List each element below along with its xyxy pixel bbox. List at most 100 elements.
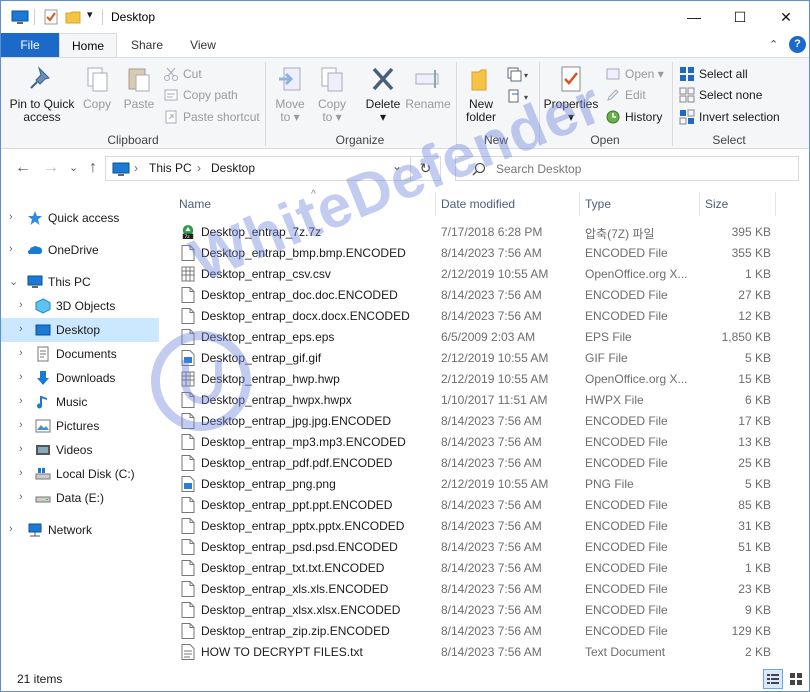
table-row[interactable]: Desktop_entrap_mp3.mp3.ENCODED 8/14/2023 … — [163, 432, 809, 453]
table-row[interactable]: Desktop_entrap_pptx.pptx.ENCODED 8/14/202… — [163, 516, 809, 537]
help-icon[interactable]: ? — [789, 36, 806, 53]
maximize-button[interactable]: ☐ — [717, 1, 763, 33]
large-icons-view-button[interactable] — [786, 669, 806, 689]
chevron-right-icon[interactable]: › — [19, 347, 23, 359]
copy-path-button[interactable]: Copy path — [163, 86, 238, 104]
copy-button[interactable]: Copy — [79, 64, 115, 111]
delete-button[interactable]: Delete ▾ — [361, 64, 405, 124]
details-view-button[interactable] — [763, 669, 783, 689]
nav-item-network[interactable]: › Network — [1, 518, 159, 542]
table-row[interactable]: Desktop_entrap_csv.csv 2/12/2019 10:55 AM… — [163, 264, 809, 285]
table-row[interactable]: Desktop_entrap_psd.psd.ENCODED 8/14/2023 … — [163, 537, 809, 558]
column-header-type[interactable]: Type — [579, 188, 699, 220]
refresh-button[interactable]: ↻ — [411, 156, 441, 181]
up-button[interactable]: ↑ — [89, 159, 97, 177]
pin-to-quick-access-button[interactable]: Pin to Quick access — [7, 64, 77, 124]
properties-button[interactable]: Properties ▾ — [543, 64, 599, 124]
tab-home[interactable]: Home — [59, 33, 117, 58]
table-row[interactable]: Desktop_entrap_hwpx.hwpx 1/10/2017 11:51 … — [163, 390, 809, 411]
move-to-button[interactable]: Move to ▾ — [271, 64, 309, 124]
minimize-button[interactable]: — — [671, 1, 717, 33]
breadcrumb-separator[interactable]: › — [134, 161, 138, 175]
new-folder-quick-icon[interactable] — [65, 9, 81, 25]
nav-item-3d-objects[interactable]: › 3D Objects — [1, 294, 159, 318]
column-header-size[interactable]: Size — [699, 188, 775, 220]
nav-item-music[interactable]: › Music — [1, 390, 159, 414]
select-none-button[interactable]: Select none — [679, 86, 762, 104]
chevron-right-icon[interactable]: › — [19, 419, 23, 431]
chevron-right-icon[interactable]: › — [19, 323, 23, 335]
table-row[interactable]: Desktop_entrap_hwp.hwp 2/12/2019 10:55 AM… — [163, 369, 809, 390]
nav-item-quick-access[interactable]: › Quick access — [1, 206, 159, 230]
paste-button[interactable]: Paste — [119, 64, 159, 111]
tab-view[interactable]: View — [177, 33, 229, 57]
edit-button[interactable]: Edit — [605, 86, 646, 104]
nav-item-downloads[interactable]: › Downloads — [1, 366, 159, 390]
column-divider[interactable] — [775, 192, 776, 216]
rename-button[interactable]: Rename — [405, 64, 451, 111]
table-row[interactable]: Desktop_entrap_gif.gif 2/12/2019 10:55 AM… — [163, 348, 809, 369]
chevron-right-icon[interactable]: › — [19, 443, 23, 455]
close-button[interactable]: ✕ — [763, 1, 809, 33]
invert-selection-button[interactable]: Invert selection — [679, 108, 780, 126]
table-row[interactable]: Desktop_entrap_ppt.ppt.ENCODED 8/14/2023 … — [163, 495, 809, 516]
breadcrumb-desktop[interactable]: Desktop — [211, 161, 255, 175]
forward-button[interactable]: → — [43, 159, 59, 177]
customize-qat-chevron-icon[interactable]: ▾ — [87, 8, 93, 24]
address-dropdown-icon[interactable]: ⌄ — [392, 159, 402, 173]
chevron-right-icon[interactable]: › — [19, 467, 23, 479]
table-row[interactable]: Desktop_entrap_docx.docx.ENCODED 8/14/202… — [163, 306, 809, 327]
column-header-date[interactable]: Date modified — [435, 188, 579, 220]
breadcrumb-this-pc[interactable]: This PC — [149, 161, 192, 175]
table-row[interactable]: HOW TO DECRYPT FILES.txt 8/14/2023 7:56 A… — [163, 642, 809, 663]
tab-file[interactable]: File — [1, 33, 59, 57]
chevron-right-icon[interactable]: › — [9, 523, 13, 535]
nav-item-videos[interactable]: › Videos — [1, 438, 159, 462]
chevron-right-icon[interactable]: › — [9, 243, 13, 255]
table-row[interactable]: Desktop_entrap_xls.xls.ENCODED 8/14/2023 … — [163, 579, 809, 600]
chevron-right-icon[interactable]: › — [19, 299, 23, 311]
table-row[interactable]: Desktop_entrap_eps.eps 6/5/2009 2:03 AM EP… — [163, 327, 809, 348]
nav-item-desktop[interactable]: › Desktop — [1, 318, 159, 342]
chevron-right-icon[interactable]: › — [19, 371, 23, 383]
table-row[interactable]: Desktop_entrap_png.png 2/12/2019 10:55 AM… — [163, 474, 809, 495]
properties-check-icon[interactable] — [43, 9, 59, 25]
table-row[interactable]: Desktop_entrap_doc.doc.ENCODED 8/14/2023 … — [163, 285, 809, 306]
easy-access-icon[interactable]: ▾ — [506, 88, 530, 104]
ribbon-collapse-icon[interactable]: ⌃ — [769, 38, 778, 51]
chevron-down-icon[interactable]: ⌄ — [9, 275, 18, 288]
tab-share[interactable]: Share — [119, 33, 175, 57]
open-button[interactable]: Open ▾ — [605, 65, 664, 83]
nav-item-onedrive[interactable]: › OneDrive — [1, 238, 159, 262]
nav-item-this-pc[interactable]: ⌄ This PC — [1, 270, 159, 294]
this-pc-icon[interactable] — [11, 9, 29, 25]
cut-button[interactable]: Cut — [163, 65, 202, 83]
table-row[interactable]: Desktop_entrap_xlsx.xlsx.ENCODED 8/14/202… — [163, 600, 809, 621]
nav-item-documents[interactable]: › Documents — [1, 342, 159, 366]
address-bar[interactable]: › This PC › Desktop ⌄ — [105, 156, 411, 181]
search-box[interactable]: Search Desktop — [455, 156, 799, 181]
table-row[interactable]: Desktop_entrap_txt.txt.ENCODED 8/14/2023 … — [163, 558, 809, 579]
column-header-name[interactable]: Name ^ — [173, 188, 439, 220]
table-row[interactable]: Desktop_entrap_bmp.bmp.ENCODED 8/14/2023 … — [163, 243, 809, 264]
table-row[interactable]: Desktop_entrap_zip.zip.ENCODED 8/14/2023 … — [163, 621, 809, 642]
nav-item-local-disk-c[interactable]: › Local Disk (C:) — [1, 462, 159, 486]
recent-locations-button[interactable]: ⌄ — [69, 161, 78, 174]
table-row[interactable]: Desktop_entrap_pdf.pdf.ENCODED 8/14/2023 … — [163, 453, 809, 474]
history-button[interactable]: History — [605, 108, 662, 126]
nav-item-data-e[interactable]: › Data (E:) — [1, 486, 159, 510]
paste-shortcut-button[interactable]: Paste shortcut — [163, 108, 260, 126]
back-button[interactable]: ← — [15, 159, 31, 177]
chevron-right-icon[interactable]: › — [19, 395, 23, 407]
table-row[interactable]: Desktop_entrap_jpg.jpg.ENCODED 8/14/2023 … — [163, 411, 809, 432]
nav-item-pictures[interactable]: › Pictures — [1, 414, 159, 438]
chevron-right-icon[interactable]: › — [19, 491, 23, 503]
copy-to-button[interactable]: Copy to ▾ — [313, 64, 351, 124]
new-item-icon[interactable]: ▾ — [506, 66, 530, 82]
new-folder-button[interactable]: New folder — [461, 64, 501, 124]
search-input[interactable]: Search Desktop — [496, 162, 581, 176]
select-all-button[interactable]: Select all — [679, 65, 748, 83]
table-row[interactable]: 7z Desktop_entrap_7z.7z 7/17/2018 6:28 PM 압… — [163, 222, 809, 243]
breadcrumb-separator[interactable]: › — [197, 161, 201, 175]
chevron-right-icon[interactable]: › — [9, 211, 13, 223]
